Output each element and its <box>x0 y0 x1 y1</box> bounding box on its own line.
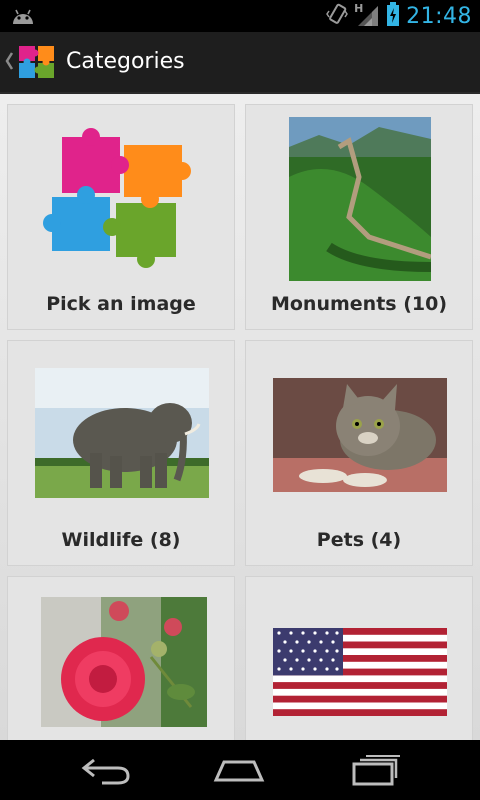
category-tile-pets[interactable]: Pets (4) <box>245 340 473 566</box>
category-tile-flags[interactable] <box>245 576 473 740</box>
clock: 21:48 <box>406 3 472 29</box>
status-bar: H 21:48 <box>0 0 480 32</box>
signal-icon: H <box>354 2 380 28</box>
elephant-image <box>35 368 209 502</box>
category-tile-pick-image[interactable]: Pick an image <box>7 104 235 330</box>
category-tile-monuments[interactable]: Monuments (10) <box>245 104 473 330</box>
vibrate-icon <box>326 3 348 29</box>
category-label: Pets (4) <box>316 529 402 551</box>
category-label: Wildlife (8) <box>61 529 181 551</box>
home-icon[interactable] <box>212 752 266 792</box>
category-label: Monuments (10) <box>270 293 448 315</box>
kitten-image <box>273 378 447 496</box>
back-icon[interactable] <box>80 752 134 792</box>
category-tile-flowers[interactable] <box>7 576 235 740</box>
puzzle-pieces-image <box>42 123 202 277</box>
usa-flag-image <box>273 628 447 720</box>
up-caret-icon[interactable] <box>4 50 14 76</box>
page-title: Categories <box>66 49 185 74</box>
puzzle-app-icon[interactable] <box>16 41 58 87</box>
red-flower-image <box>41 597 207 731</box>
status-icons: H 21:48 <box>326 0 472 32</box>
category-label: Pick an image <box>46 293 196 315</box>
battery-charging-icon <box>386 2 400 30</box>
category-grid: Pick an image Monuments (10) Wildlife (8… <box>0 94 480 740</box>
navigation-bar <box>0 740 480 800</box>
screen: H 21:48 Categories Pick an image Monumen… <box>0 0 480 800</box>
android-debug-icon <box>10 6 36 30</box>
category-tile-wildlife[interactable]: Wildlife (8) <box>7 340 235 566</box>
recent-apps-icon[interactable] <box>348 752 402 792</box>
great-wall-image <box>289 117 432 285</box>
action-bar: Categories <box>0 32 480 94</box>
